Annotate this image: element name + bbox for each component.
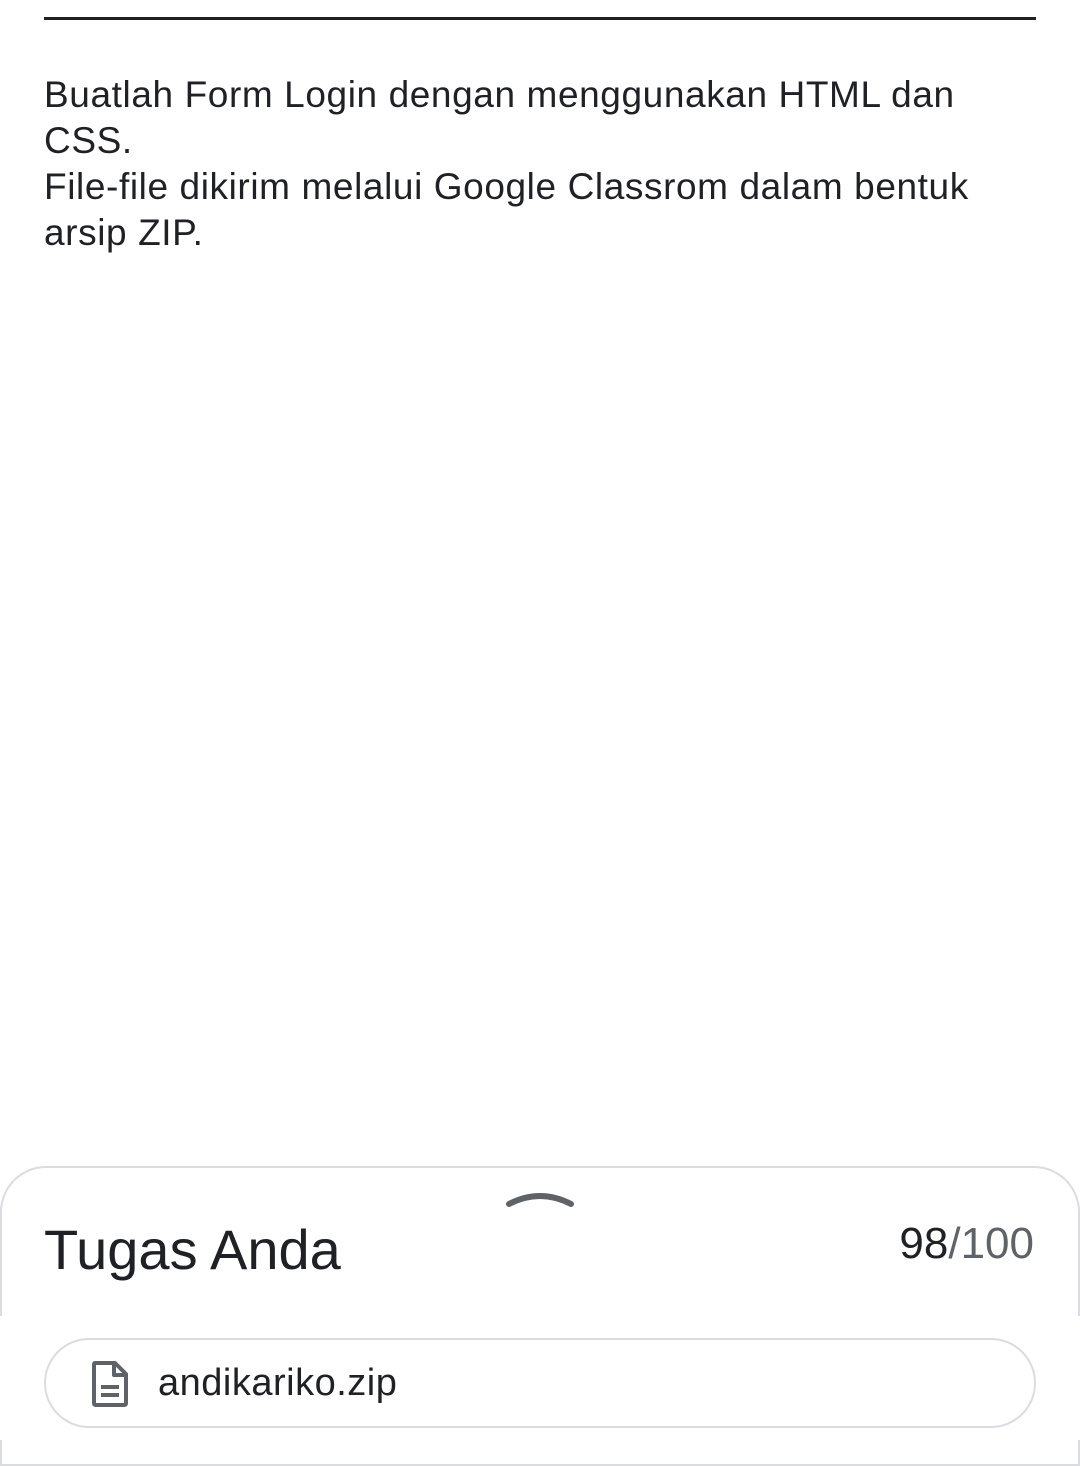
document-icon bbox=[92, 1361, 128, 1407]
attachment-chip[interactable]: andikariko.zip bbox=[44, 1338, 1036, 1428]
grade-score: 98 bbox=[899, 1219, 949, 1268]
assignment-description: Buatlah Form Login dengan menggunakan HT… bbox=[44, 72, 1044, 256]
description-line-2: File-file dikirim melalui Google Classro… bbox=[44, 166, 969, 253]
your-work-title: Tugas Anda bbox=[44, 1218, 341, 1281]
chevron-up-icon[interactable] bbox=[505, 1182, 575, 1212]
attachment-file-name: andikariko.zip bbox=[158, 1362, 398, 1404]
description-line-1: Buatlah Form Login dengan menggunakan HT… bbox=[44, 74, 955, 161]
top-divider bbox=[44, 17, 1036, 20]
grade-total: /100 bbox=[948, 1219, 1034, 1268]
grade: 98/100 bbox=[899, 1216, 1034, 1272]
